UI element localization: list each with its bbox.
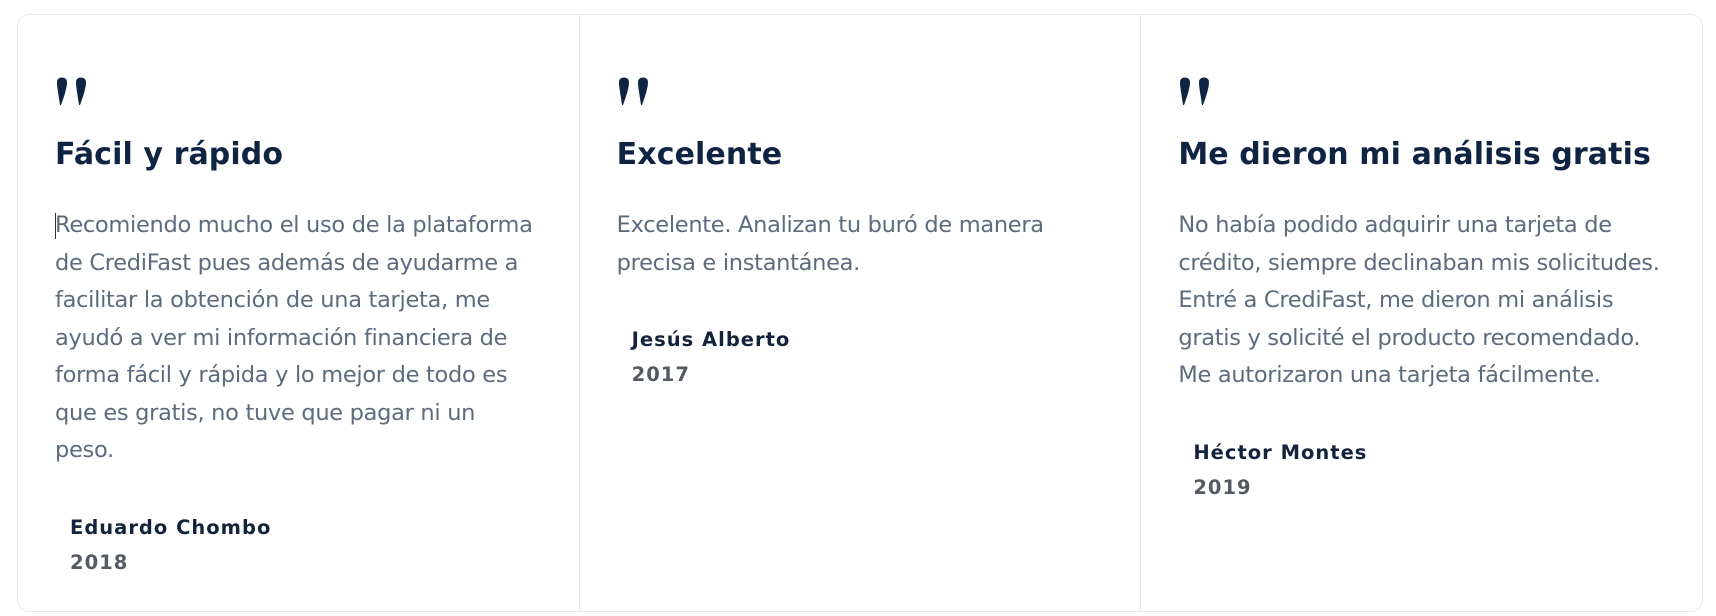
- testimonial-card: Me dieron mi análisis gratis No había po…: [1140, 15, 1702, 611]
- author-name: Héctor Montes: [1193, 440, 1368, 464]
- quote-icon: [57, 77, 86, 105]
- author-name: Eduardo Chombo: [70, 515, 272, 539]
- testimonial-title: Fácil y rápido: [55, 137, 284, 172]
- author-name: Jesús Alberto: [631, 328, 791, 351]
- quote-icon: [618, 77, 648, 105]
- testimonial-text: Recomiendo mucho el uso de la plataforma…: [55, 212, 533, 463]
- testimonial-text: Excelente. Analizan tu buró de manera pr…: [616, 212, 1044, 276]
- author-year: 2018: [70, 550, 129, 574]
- testimonial-author: Héctor Montes 2019: [1178, 440, 1664, 501]
- testimonial-author: Eduardo Chombo 2018: [55, 515, 541, 576]
- quote-icon: [1180, 77, 1210, 105]
- author-year: 2019: [1193, 475, 1252, 499]
- author-year: 2017: [631, 363, 690, 386]
- testimonial-title: Me dieron mi análisis gratis: [1178, 137, 1651, 172]
- testimonial-card: Fácil y rápido Recomiendo mucho el uso d…: [18, 15, 579, 611]
- testimonial-author: Jesús Alberto 2017: [617, 327, 1103, 388]
- testimonial-text: No había podido adquirir una tarjeta de …: [1178, 212, 1660, 388]
- testimonials-section: Fácil y rápido Recomiendo mucho el uso d…: [17, 14, 1703, 612]
- testimonial-card: Excelente Excelente. Analizan tu buró de…: [578, 15, 1141, 611]
- testimonial-title: Excelente: [616, 137, 783, 172]
